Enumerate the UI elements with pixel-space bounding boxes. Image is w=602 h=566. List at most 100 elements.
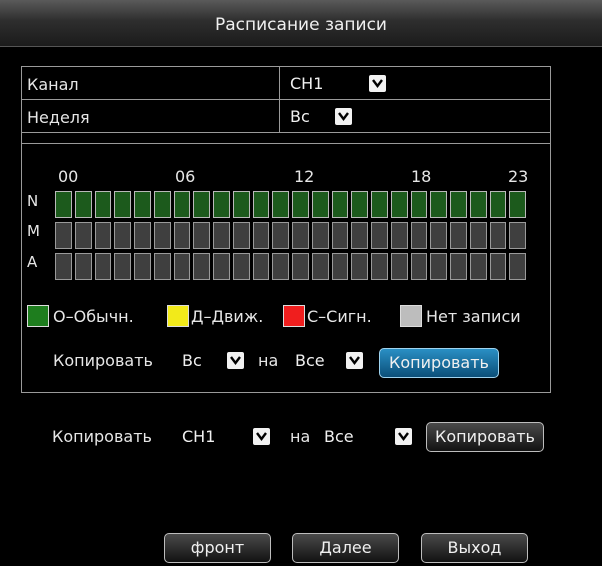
hour-cell[interactable] (74, 191, 92, 218)
hour-cell[interactable] (331, 253, 349, 280)
chevron-down-icon[interactable] (227, 352, 244, 369)
hour-cell[interactable] (292, 191, 309, 218)
hour-cell[interactable] (489, 222, 507, 249)
hour-cell[interactable] (173, 191, 191, 218)
chevron-down-icon[interactable] (253, 428, 270, 445)
hour-cell[interactable] (114, 253, 131, 280)
hour-cell[interactable] (371, 253, 388, 280)
hour-cell[interactable] (509, 191, 526, 218)
hour-cell[interactable] (331, 222, 349, 249)
hour-cell[interactable] (272, 191, 289, 218)
hour-cell[interactable] (94, 222, 112, 249)
schedule-panel: Канал CH1 Неделя Вс 00 06 12 18 23 N M A (21, 66, 551, 393)
hour-cell[interactable] (489, 191, 507, 218)
hour-cell[interactable] (153, 191, 171, 218)
hour-cell[interactable] (173, 253, 191, 280)
hour-cell[interactable] (74, 253, 92, 280)
hour-cell[interactable] (292, 222, 309, 249)
hour-cell[interactable] (311, 191, 329, 218)
exit-button[interactable]: Выход (421, 533, 528, 563)
hour-cell[interactable] (134, 253, 151, 280)
next-button[interactable]: Далее (292, 533, 399, 563)
copy-day-to-value: Все (295, 351, 325, 370)
hour-cell[interactable] (469, 191, 487, 218)
legend-label: O–Обычн. (53, 307, 134, 326)
legend-swatch-none (400, 305, 422, 327)
week-select[interactable]: Вс (288, 106, 352, 128)
hour-cell[interactable] (213, 222, 230, 249)
hour-cell[interactable] (55, 222, 72, 249)
hour-cell[interactable] (430, 253, 447, 280)
copy-day-from-select[interactable]: Вс (180, 350, 244, 372)
hour-cell[interactable] (371, 222, 388, 249)
hour-cell[interactable] (489, 253, 507, 280)
hour-cell[interactable] (55, 253, 72, 280)
hour-cell[interactable] (292, 253, 309, 280)
hour-cell[interactable] (193, 191, 210, 218)
copy-channel-button[interactable]: Копировать (426, 422, 544, 452)
hour-cell[interactable] (450, 253, 467, 280)
hour-cell[interactable] (469, 253, 487, 280)
hour-cell[interactable] (134, 222, 151, 249)
hour-cell[interactable] (232, 253, 250, 280)
copy-day-to-select[interactable]: Все (293, 350, 363, 372)
hour-cell[interactable] (390, 253, 408, 280)
hour-cell[interactable] (114, 191, 131, 218)
hour-cell[interactable] (390, 222, 408, 249)
hour-label: 23 (508, 167, 529, 186)
hour-cell[interactable] (272, 253, 289, 280)
hour-cell[interactable] (232, 191, 250, 218)
hour-cell[interactable] (469, 222, 487, 249)
hour-cell[interactable] (509, 222, 526, 249)
hour-cell[interactable] (252, 253, 270, 280)
hour-cell[interactable] (311, 222, 329, 249)
hour-cell[interactable] (94, 191, 112, 218)
hour-cell[interactable] (311, 253, 329, 280)
hour-cell[interactable] (94, 253, 112, 280)
schedule-grid-alarm[interactable] (55, 253, 526, 280)
hour-cell[interactable] (134, 191, 151, 218)
hour-cell[interactable] (430, 191, 447, 218)
copy-day-label: Копировать (53, 351, 153, 370)
hour-cell[interactable] (55, 191, 72, 218)
hour-cell[interactable] (410, 191, 428, 218)
chevron-down-icon[interactable] (369, 75, 386, 92)
hour-cell[interactable] (410, 253, 428, 280)
chevron-down-icon[interactable] (395, 428, 412, 445)
hour-cell[interactable] (371, 191, 388, 218)
hour-cell[interactable] (213, 191, 230, 218)
window-title: Расписание записи (215, 15, 387, 35)
hour-cell[interactable] (450, 191, 467, 218)
hour-cell[interactable] (331, 191, 349, 218)
schedule-grid-motion[interactable] (55, 222, 526, 249)
hour-cell[interactable] (450, 222, 467, 249)
hour-cell[interactable] (272, 222, 289, 249)
chevron-down-icon[interactable] (346, 352, 363, 369)
hour-cell[interactable] (509, 253, 526, 280)
front-button[interactable]: фронт (164, 533, 271, 563)
divider (279, 67, 280, 100)
hour-cell[interactable] (351, 253, 368, 280)
hour-cell[interactable] (252, 191, 270, 218)
hour-cell[interactable] (193, 222, 210, 249)
chevron-down-icon[interactable] (335, 108, 352, 125)
hour-cell[interactable] (153, 222, 171, 249)
hour-cell[interactable] (252, 222, 270, 249)
hour-cell[interactable] (193, 253, 210, 280)
copy-day-button[interactable]: Копировать (379, 348, 499, 378)
hour-cell[interactable] (114, 222, 131, 249)
copy-channel-from-select[interactable]: CH1 (180, 426, 270, 448)
copy-channel-to-select[interactable]: Все (322, 426, 412, 448)
hour-cell[interactable] (153, 253, 171, 280)
hour-cell[interactable] (74, 222, 92, 249)
channel-select[interactable]: CH1 (288, 73, 386, 95)
schedule-grid-normal[interactable] (55, 191, 526, 218)
hour-cell[interactable] (351, 191, 368, 218)
hour-cell[interactable] (232, 222, 250, 249)
hour-cell[interactable] (173, 222, 191, 249)
hour-cell[interactable] (351, 222, 368, 249)
hour-cell[interactable] (390, 191, 408, 218)
hour-cell[interactable] (410, 222, 428, 249)
hour-cell[interactable] (430, 222, 447, 249)
hour-cell[interactable] (213, 253, 230, 280)
